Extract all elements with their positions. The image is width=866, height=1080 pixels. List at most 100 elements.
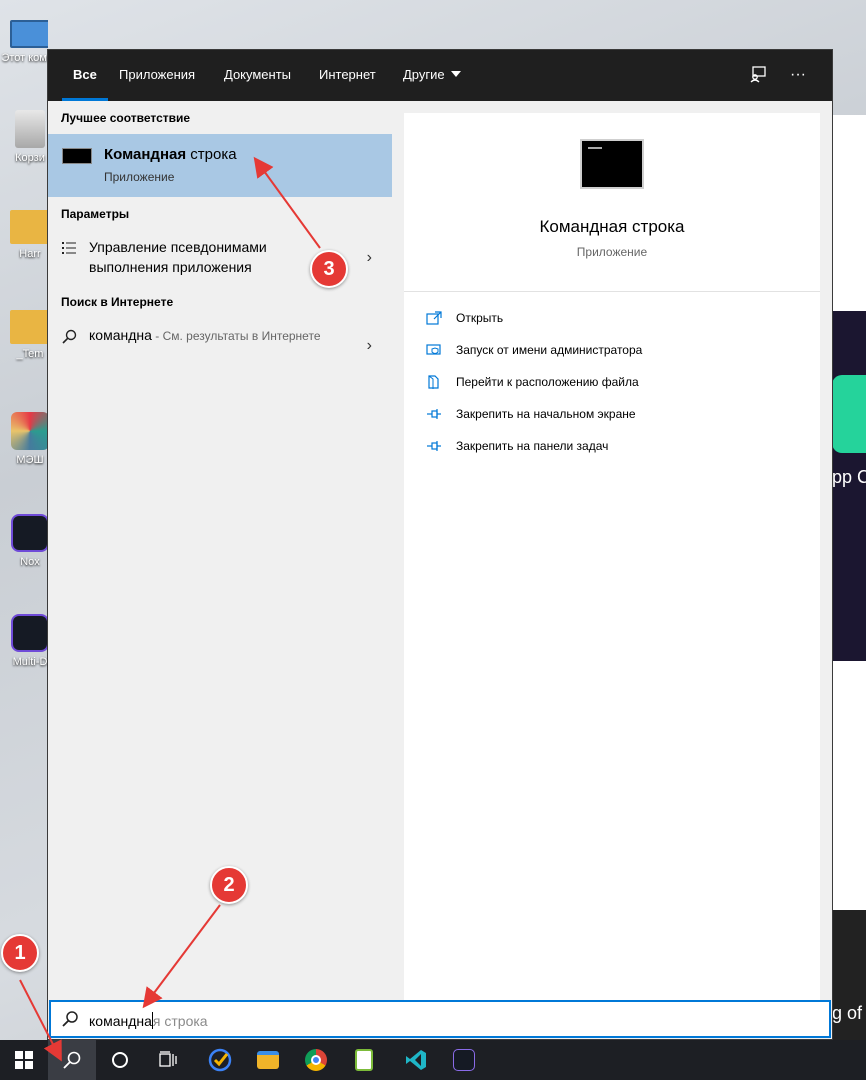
tab-documents[interactable]: Документы	[224, 50, 291, 101]
folder-shortcut-icon[interactable]: Harr	[0, 210, 48, 260]
cortana-button[interactable]	[96, 1040, 144, 1080]
tab-apps[interactable]: Приложения	[119, 50, 195, 101]
cortana-icon	[112, 1052, 128, 1068]
search-icon	[62, 329, 77, 345]
preview-divider	[404, 291, 820, 292]
settings-header: Параметры	[61, 207, 130, 221]
best-match-title: Командная строка	[104, 146, 237, 163]
settings-result-item[interactable]: Управление псевдонимами выполнения прило…	[48, 237, 392, 281]
tab-label: Все	[73, 67, 97, 82]
desktop-icon-label: Harr	[19, 248, 41, 260]
open-icon	[426, 311, 442, 325]
feedback-icon[interactable]	[748, 65, 768, 85]
action-pin-to-taskbar[interactable]: Закрепить на панели задач	[426, 437, 806, 457]
tab-label: Приложения	[119, 67, 196, 82]
best-match-subtitle: Приложение	[104, 170, 175, 184]
background-window: pp C g of A	[832, 115, 866, 1040]
web-hint: - См. результаты в Интернете	[151, 329, 321, 343]
background-text: pp C	[832, 467, 866, 487]
vscode-button[interactable]	[392, 1040, 440, 1080]
mesh-icon	[11, 412, 48, 450]
mesh-shortcut-icon[interactable]: МЭШ	[0, 412, 48, 466]
desktop-icon-label: Multi-D	[12, 656, 48, 668]
taskbar	[0, 1040, 866, 1080]
action-label: Закрепить на начальном экране	[456, 407, 636, 421]
best-match-item[interactable]: Командная строка Приложение	[48, 134, 392, 197]
search-suggestion-text: я строка	[152, 1013, 208, 1029]
pin-icon	[426, 407, 442, 421]
todo-app-icon	[208, 1048, 232, 1072]
folder-shortcut-icon[interactable]: _Tem	[0, 310, 48, 360]
action-label: Открыть	[456, 311, 504, 325]
pin-icon	[426, 439, 442, 453]
preview-pane: Командная строка Приложение Открыть Запу…	[404, 113, 820, 1013]
nox-shortcut-icon[interactable]: Nox	[0, 514, 48, 568]
search-typed-text: командна	[89, 1013, 152, 1029]
search-icon	[61, 1010, 79, 1028]
best-match-title-rest: строка	[186, 146, 237, 163]
nox-multi-shortcut-icon[interactable]: Multi-D	[0, 614, 48, 668]
feedback-icon-svg	[750, 66, 766, 83]
search-input[interactable]: командная строка	[49, 1000, 831, 1038]
windows-logo-icon	[15, 1051, 33, 1069]
chrome-button[interactable]	[292, 1040, 340, 1080]
nox-icon	[11, 514, 48, 552]
nox-icon	[453, 1049, 475, 1071]
file-location-icon	[426, 375, 442, 389]
folder-icon	[10, 310, 48, 344]
desktop-icon-label: Nox	[20, 556, 40, 568]
todo-app-button[interactable]	[196, 1040, 244, 1080]
desktop-icon-label: Корзи	[15, 152, 45, 164]
start-button[interactable]	[0, 1040, 48, 1080]
notepad-plus-button[interactable]	[340, 1040, 388, 1080]
nox-player-button[interactable]	[440, 1040, 488, 1080]
nox-multi-icon	[11, 614, 48, 652]
task-view-icon	[159, 1051, 177, 1067]
chrome-icon	[305, 1049, 327, 1071]
folder-icon	[10, 210, 48, 244]
action-run-as-admin[interactable]: Запуск от имени администратора	[426, 341, 806, 361]
file-explorer-button[interactable]	[244, 1040, 292, 1080]
this-pc-icon[interactable]: Этот компь	[0, 14, 48, 64]
best-match-header: Лучшее соответствие	[61, 111, 191, 125]
action-label: Перейти к расположению файла	[456, 375, 639, 389]
action-label: Закрепить на панели задач	[456, 439, 609, 453]
list-settings-icon	[62, 241, 76, 257]
tab-web[interactable]: Интернет	[319, 50, 376, 101]
action-open-file-location[interactable]: Перейти к расположению файла	[426, 373, 806, 393]
desktop-icon-label: МЭШ	[16, 454, 44, 466]
command-prompt-icon	[62, 148, 92, 164]
web-result-label: командна - См. результаты в Интернете	[89, 325, 349, 346]
tab-more[interactable]: Другие	[403, 50, 461, 101]
background-app-tile	[832, 375, 866, 453]
desktop-icon-label: _Tem	[16, 348, 44, 360]
web-search-header: Поиск в Интернете	[61, 295, 174, 309]
search-icon	[63, 1051, 81, 1069]
results-list: Лучшее соответствие Командная строка При…	[48, 101, 392, 1001]
action-open[interactable]: Открыть	[426, 309, 806, 329]
best-match-title-bold: Командная	[104, 146, 187, 163]
web-result-item[interactable]: командна - См. результаты в Интернете ›	[48, 325, 392, 369]
chevron-right-icon[interactable]: ›	[367, 337, 372, 355]
task-view-button[interactable]	[144, 1040, 192, 1080]
chevron-down-icon	[450, 71, 461, 77]
notepad-plus-icon	[355, 1049, 373, 1071]
shield-icon	[426, 343, 442, 357]
web-query: командна	[89, 327, 152, 343]
action-label: Запуск от имени администратора	[456, 343, 643, 357]
bin-glyph	[15, 110, 45, 148]
search-button[interactable]	[48, 1040, 96, 1080]
desktop-icon-label: Этот компь	[1, 52, 48, 64]
action-pin-to-start[interactable]: Закрепить на начальном экране	[426, 405, 806, 425]
more-options-icon[interactable]: ···	[788, 65, 808, 85]
tab-all[interactable]: Все	[62, 50, 108, 101]
preview-title: Командная строка	[539, 217, 685, 236]
search-filter-bar: Все Приложения Документы Интернет Другие…	[48, 50, 832, 101]
recycle-bin-icon[interactable]: Корзи	[0, 110, 48, 164]
pc-icon	[10, 20, 48, 48]
settings-result-label: Управление псевдонимами выполнения прило…	[89, 239, 267, 275]
search-input-text: командная строка	[89, 1012, 208, 1029]
folder-icon	[257, 1051, 279, 1069]
chevron-right-icon[interactable]: ›	[367, 249, 372, 267]
background-text: g of A	[832, 1003, 866, 1023]
